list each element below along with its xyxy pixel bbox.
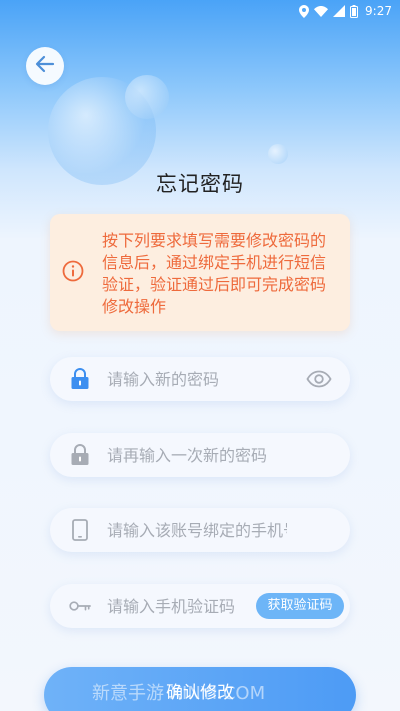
- phone-input[interactable]: [107, 518, 287, 542]
- status-bar: 9:27: [0, 0, 400, 22]
- eye-icon[interactable]: [306, 368, 332, 390]
- forgot-password-screen: 9:27 忘记密码 按下列要求填写需要修改密码的信息后，通过绑定手机进行短信验证…: [0, 0, 400, 711]
- page-title: 忘记密码: [156, 172, 244, 196]
- lock-icon: [69, 444, 91, 466]
- watermark: 新意手游 XINYI.COM: [92, 683, 266, 704]
- status-time: 9:27: [365, 4, 392, 18]
- decorative-bubble-medium: [125, 75, 169, 119]
- arrow-left-icon: [35, 55, 55, 77]
- location-icon: [299, 4, 310, 18]
- lock-icon: [69, 368, 91, 390]
- back-button[interactable]: [26, 47, 64, 85]
- battery-icon: [350, 4, 359, 18]
- decorative-bubble-small: [268, 144, 288, 164]
- verification-code-field: 获取验证码: [50, 584, 350, 628]
- confirm-password-input[interactable]: [107, 443, 287, 467]
- key-icon: [69, 595, 91, 617]
- phone-field: [50, 508, 350, 552]
- verification-code-input[interactable]: [107, 594, 247, 618]
- signal-icon: [333, 5, 346, 17]
- get-code-button[interactable]: 获取验证码: [256, 593, 344, 619]
- new-password-field: [50, 357, 350, 401]
- notice-text: 按下列要求填写需要修改密码的信息后，通过绑定手机进行短信验证，验证通过后即可完成…: [102, 231, 327, 316]
- wifi-icon: [314, 5, 329, 17]
- confirm-password-field: [50, 433, 350, 477]
- smartphone-icon: [69, 519, 91, 541]
- new-password-input[interactable]: [107, 367, 287, 391]
- instruction-notice: 按下列要求填写需要修改密码的信息后，通过绑定手机进行短信验证，验证通过后即可完成…: [50, 214, 350, 331]
- info-circle-icon: [62, 260, 84, 286]
